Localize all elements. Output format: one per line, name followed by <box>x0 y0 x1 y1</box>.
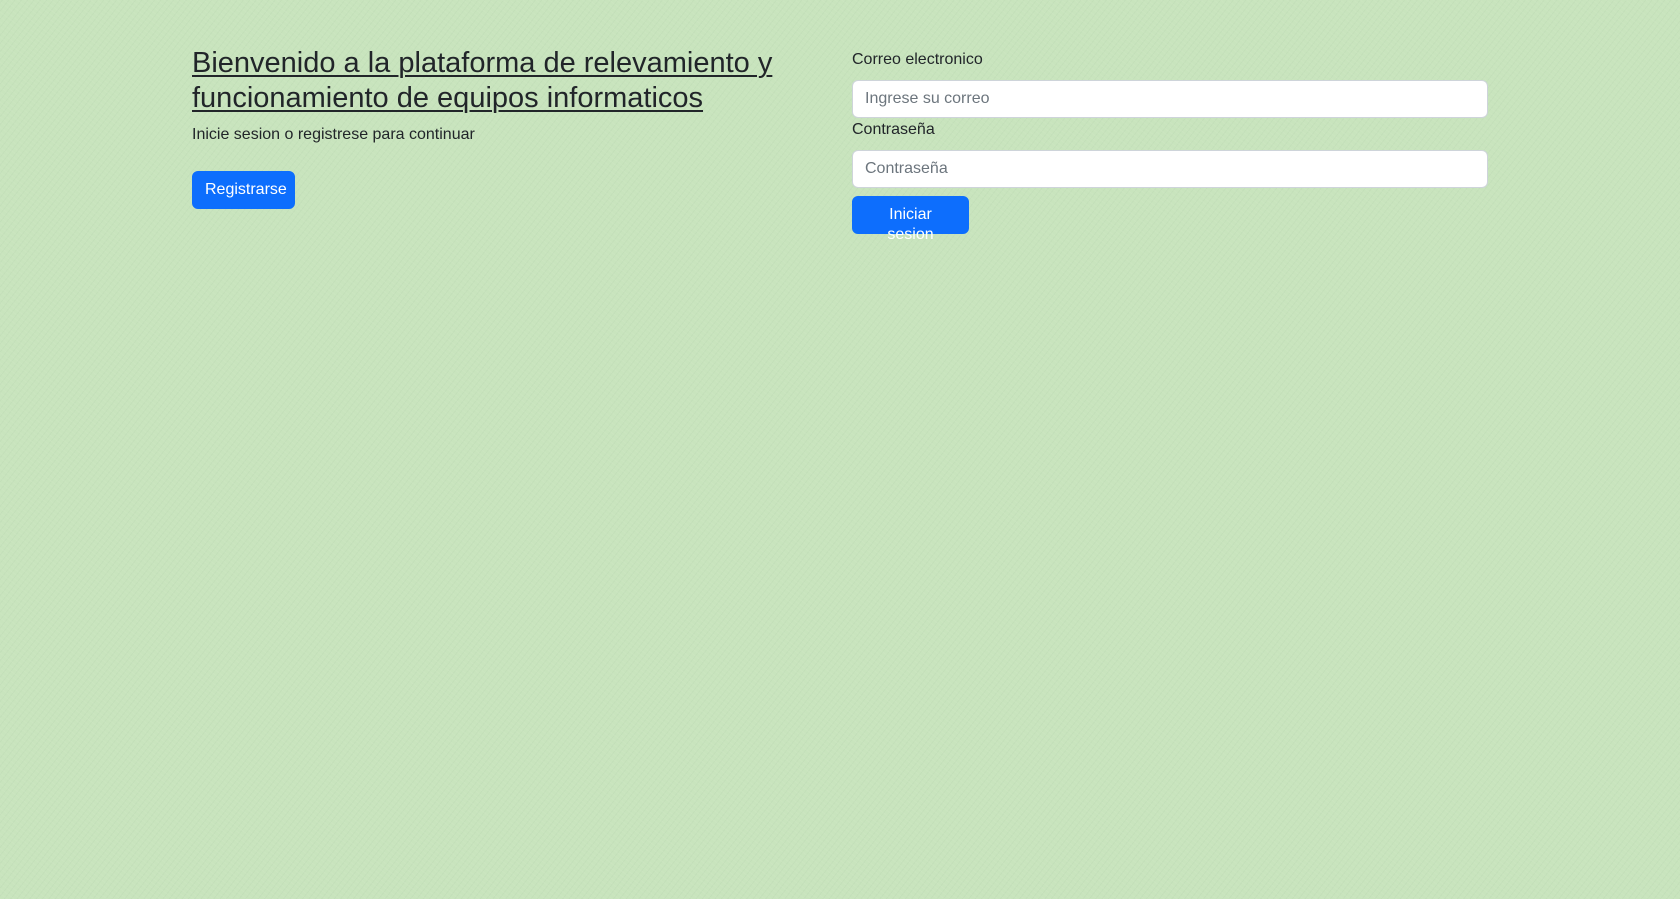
welcome-subtitle: Inicie sesion o registrese para continua… <box>192 126 475 143</box>
email-label: Correo electronico <box>852 51 983 68</box>
page-title: Bienvenido a la plataforma de relevamien… <box>192 47 773 114</box>
welcome-section: Bienvenido a la plataforma de relevamien… <box>192 46 792 145</box>
login-button[interactable]: Iniciar sesion <box>852 196 969 243</box>
email-field[interactable] <box>852 80 1488 118</box>
password-label: Contraseña <box>852 121 935 138</box>
password-field[interactable] <box>852 150 1488 188</box>
register-button[interactable]: Registrarse <box>192 171 295 209</box>
